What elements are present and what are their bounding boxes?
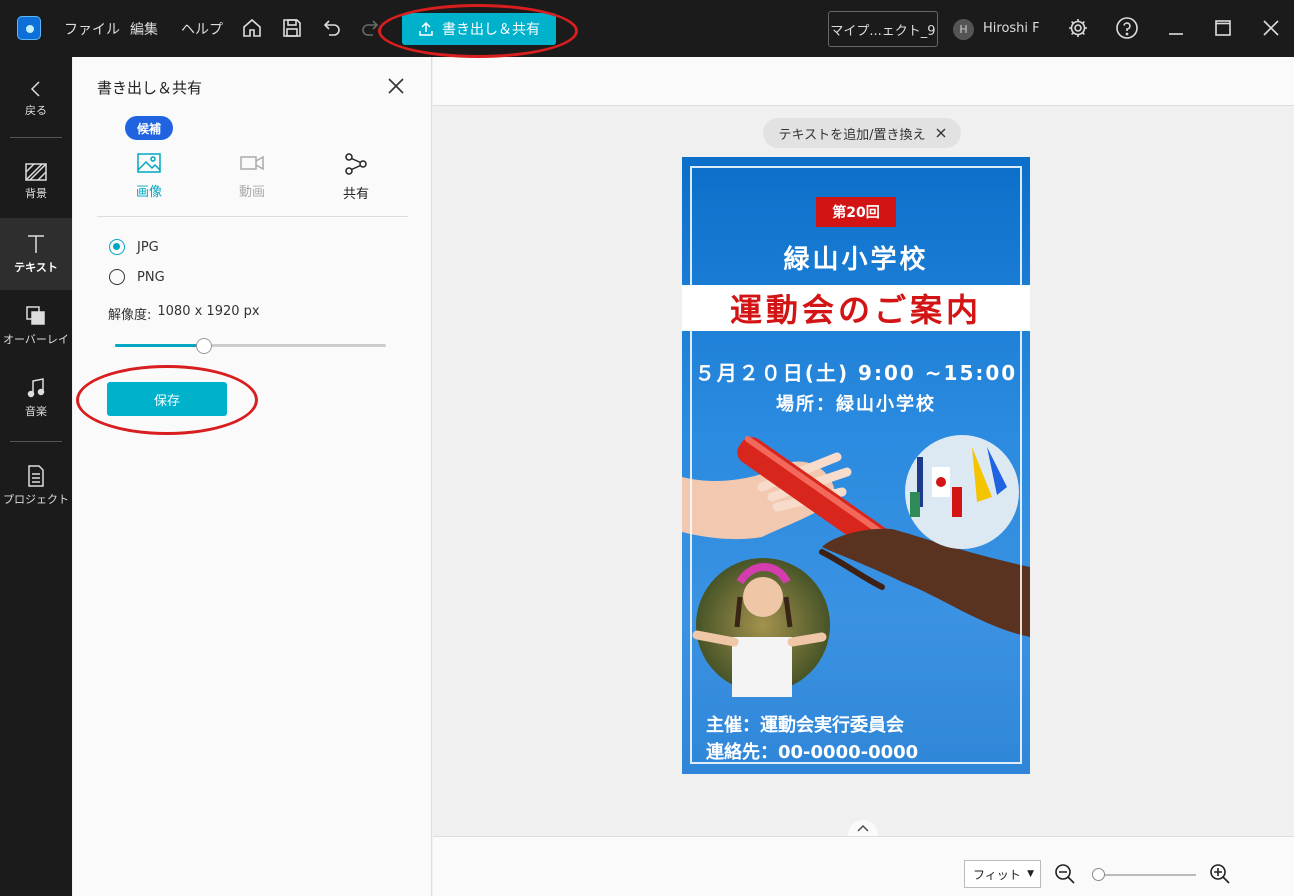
rail-divider <box>10 441 62 442</box>
zoom-slider-track[interactable] <box>1093 874 1196 876</box>
resolution-row: 解像度: 1080 x 1920 px <box>108 304 260 323</box>
rail-item-music[interactable]: 音楽 <box>0 362 72 434</box>
gear-icon[interactable] <box>1064 14 1092 42</box>
quality-slider[interactable] <box>115 338 386 354</box>
export-share-button[interactable]: 書き出し＆共有 <box>402 13 556 45</box>
tab-image[interactable]: 画像 <box>119 153 179 200</box>
zoom-slider-thumb[interactable] <box>1092 868 1105 881</box>
add-replace-text-label: テキストを追加/置き換え <box>778 127 926 143</box>
app-logo-icon <box>17 16 41 40</box>
menu-edit[interactable]: 編集 <box>130 19 158 39</box>
maximize-icon[interactable] <box>1209 14 1237 42</box>
undo-icon[interactable] <box>318 14 346 42</box>
text-icon <box>28 235 44 253</box>
help-icon[interactable] <box>1113 14 1141 42</box>
poster-canvas[interactable]: 第20回 緑山小学校 運動会のご案内 ５月２０日(土) 9:00 ~15:00 … <box>682 157 1030 774</box>
minimize-icon[interactable] <box>1162 14 1190 42</box>
export-share-label: 書き出し＆共有 <box>442 22 540 38</box>
close-icon[interactable] <box>936 128 946 138</box>
format-png-label: PNG <box>137 269 165 285</box>
add-replace-text-chip[interactable]: テキストを追加/置き換え <box>763 118 961 148</box>
panel-title: 書き出し＆共有 <box>97 79 203 97</box>
poster-contact[interactable]: 連絡先：00-0000-0000 <box>706 738 918 764</box>
tab-share[interactable]: 共有 <box>326 153 386 202</box>
poster-date-time[interactable]: ５月２０日(土) 9:00 ~15:00 <box>682 357 1030 386</box>
project-name-button[interactable]: マイプ...ェクト_9 <box>828 11 938 47</box>
music-note-icon <box>27 378 45 398</box>
rail-item-overlay-label: オーバーレイ <box>3 333 69 346</box>
panel-divider <box>97 216 408 217</box>
redo-icon[interactable] <box>356 14 384 42</box>
top-bar: ファイル 編集 ヘルプ 書き出し＆共有 マイプ...ェクト_9 H Hirosh… <box>0 0 1294 57</box>
menu-help[interactable]: ヘルプ <box>181 19 223 39</box>
resolution-label: 解像度: <box>108 308 152 323</box>
zoom-in-icon[interactable] <box>1208 862 1232 886</box>
chevron-left-icon <box>30 81 40 97</box>
radio-png[interactable] <box>109 269 125 285</box>
rail-item-music-label: 音楽 <box>25 405 47 418</box>
radio-jpg[interactable] <box>109 239 125 255</box>
rail-item-project[interactable]: プロジェクト <box>0 450 72 522</box>
zoom-mode-value: フィット <box>973 867 1021 882</box>
canvas-area: テキストを追加/置き換え 第20回 緑山小学校 運動会のご案内 ５月２０日(土)… <box>433 57 1294 896</box>
rail-divider <box>10 137 62 138</box>
video-camera-icon <box>240 155 264 171</box>
tab-video-label: 動画 <box>238 185 265 200</box>
close-icon[interactable] <box>385 75 407 97</box>
format-jpg-option[interactable]: JPG <box>109 239 159 255</box>
rail-back[interactable]: 戻る <box>0 63 72 135</box>
zoom-mode-select[interactable]: フィット ▼ <box>964 860 1041 888</box>
canvas-top-bar <box>433 57 1294 106</box>
upload-icon <box>419 21 433 36</box>
rail-item-text-label: テキスト <box>14 261 58 274</box>
rail-item-background[interactable]: 背景 <box>0 146 72 218</box>
avatar[interactable]: H <box>953 19 974 40</box>
image-icon <box>137 153 161 173</box>
rail-item-project-label: プロジェクト <box>3 493 69 506</box>
share-icon <box>345 153 367 175</box>
chevron-up-icon <box>857 825 869 832</box>
zoom-out-icon[interactable] <box>1053 862 1077 886</box>
background-icon <box>25 163 47 181</box>
save-icon[interactable] <box>278 14 306 42</box>
poster-school[interactable]: 緑山小学校 <box>682 239 1030 276</box>
caret-down-icon: ▼ <box>1027 869 1034 879</box>
collapse-toggle[interactable] <box>848 820 878 836</box>
close-window-icon[interactable] <box>1257 14 1285 42</box>
left-rail: 戻る 背景 テキスト オーバーレイ 音楽 プロジェクト <box>0 57 72 896</box>
poster-edition[interactable]: 第20回 <box>816 197 896 227</box>
export-panel: 書き出し＆共有 候補 画像 動画 共有 JPG PNG 解像度: 1080 x … <box>73 57 432 896</box>
recommended-badge: 候補 <box>125 116 173 140</box>
user-name[interactable]: Hiroshi F <box>983 21 1040 36</box>
overlay-icon <box>26 306 45 325</box>
poster-headline[interactable]: 運動会のご案内 <box>682 285 1030 331</box>
rail-item-text[interactable]: テキスト <box>0 218 72 290</box>
menu-file[interactable]: ファイル <box>64 19 120 39</box>
home-icon[interactable] <box>238 14 266 42</box>
tab-video[interactable]: 動画 <box>222 153 282 200</box>
tab-image-label: 画像 <box>135 185 162 200</box>
slider-fill <box>115 344 205 347</box>
slider-thumb[interactable] <box>196 338 213 354</box>
format-png-option[interactable]: PNG <box>109 269 165 285</box>
poster-place[interactable]: 場所：緑山小学校 <box>682 390 1030 416</box>
rail-item-background-label: 背景 <box>25 187 47 200</box>
save-button[interactable]: 保存 <box>107 382 227 416</box>
document-icon <box>28 465 44 487</box>
rail-back-label: 戻る <box>25 104 47 117</box>
format-jpg-label: JPG <box>137 239 159 255</box>
tab-share-label: 共有 <box>342 187 369 202</box>
bottom-bar <box>433 836 1294 896</box>
poster-host[interactable]: 主催：運動会実行委員会 <box>706 711 904 737</box>
rail-item-overlay[interactable]: オーバーレイ <box>0 290 72 362</box>
resolution-value: 1080 x 1920 px <box>157 304 260 319</box>
